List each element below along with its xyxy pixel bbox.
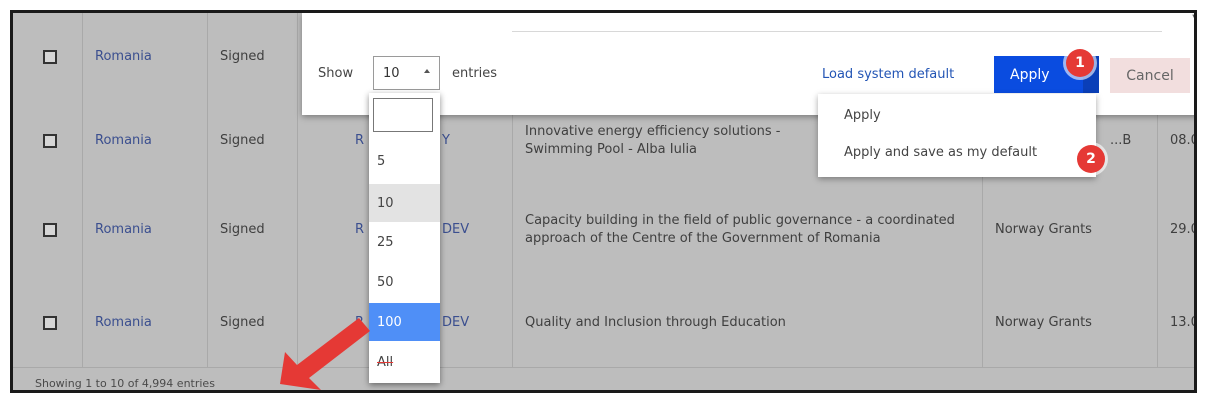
option-label: 5 [377,153,386,169]
row-checkbox-cell [13,279,83,367]
row-checkbox[interactable] [43,316,57,330]
country-link[interactable]: Romania [95,132,152,150]
status-text: Signed [220,133,265,148]
entries-label: entries [452,66,498,81]
date-text: 29.0 [1170,222,1197,237]
load-system-default-link[interactable]: Load system default [822,67,954,82]
option-label: 10 [377,195,394,211]
badge-number: 1 [1075,55,1085,71]
badge-number: 2 [1086,151,1096,167]
country-cell: Romania [83,181,208,279]
option-label: 50 [377,274,394,290]
ref-link-tail[interactable]: DEV [442,221,469,239]
dropdown-search-input[interactable] [373,98,433,132]
date-cell: 13.0 [1158,279,1197,367]
apply-menu-item[interactable]: Apply [844,108,881,123]
title-cell: Capacity building in the field of public… [513,181,983,279]
scroll-down-icon[interactable]: ▼ [1192,13,1194,24]
country-cell: Romania [83,13,208,101]
country-link[interactable]: Romania [95,48,152,66]
ref-link-head[interactable]: R [355,132,364,150]
project-title: Innovative energy efficiency solutions -… [525,124,781,157]
date-cell: 29.0 [1158,181,1197,279]
project-title: Quality and Inclusion through Education [525,315,786,330]
toolbar-top-strip [512,13,1162,32]
option-label: 25 [377,234,394,250]
country-link[interactable]: Romania [95,314,152,332]
option-25[interactable]: 25 [369,223,440,261]
annotation-badge-1: 1 [1066,49,1094,77]
donor-cell: Norway Grants [983,181,1158,279]
country-cell: Romania [83,101,208,181]
row-checkbox-cell [13,181,83,279]
table-row[interactable]: Romania Signed R DEV Capacity building i… [13,181,1197,280]
status-text: Signed [220,49,265,64]
status-cell: Signed [208,13,298,101]
ref-link-tail[interactable]: Y [442,132,450,150]
row-checkbox-cell [13,13,83,101]
country-cell: Romania [83,279,208,367]
apply-button-label: Apply [1010,66,1050,83]
cancel-button[interactable]: Cancel [1110,58,1190,93]
table-footer: Showing 1 to 10 of 4,994 entries [13,368,1194,390]
status-text: Signed [220,222,265,237]
donor-text: Norway Grants [995,315,1092,330]
date-text: 08.0 [1170,133,1197,148]
row-checkbox[interactable] [43,134,57,148]
status-cell: Signed [208,101,298,181]
country-link[interactable]: Romania [95,221,152,239]
status-text: Signed [220,315,265,330]
red-arrow-icon [280,318,370,390]
page-size-select[interactable]: 10 [373,56,440,90]
option-10[interactable]: 10 [369,184,440,222]
date-text: 13.0 [1170,315,1197,330]
row-checkbox[interactable] [43,50,57,64]
status-cell: Signed [208,181,298,279]
project-title: Capacity building in the field of public… [525,213,955,246]
apply-menu: Apply Apply and save as my default [818,94,1096,177]
table-row[interactable]: Romania Signed R DEV Quality and Inclusi… [13,279,1197,368]
page-size-value: 10 [383,66,400,81]
donor-text: Norway Grants [995,222,1092,237]
show-label: Show [318,66,354,81]
title-cell: Quality and Inclusion through Education [513,279,983,367]
option-50[interactable]: 50 [369,263,440,301]
cancel-button-label: Cancel [1126,67,1174,84]
entries-info: Showing 1 to 10 of 4,994 entries [35,377,215,390]
annotation-badge-2: 2 [1077,145,1105,173]
row-checkbox-cell [13,101,83,181]
option-5[interactable]: 5 [369,142,440,180]
ref-link-head[interactable]: R [355,221,364,239]
ref-link-tail[interactable]: DEV [442,314,469,332]
caret-up-icon [424,69,430,73]
row-checkbox[interactable] [43,223,57,237]
donor-text: ...B [1110,133,1132,148]
apply-and-save-default-menu-item[interactable]: Apply and save as my default [844,145,1037,160]
screenshot-frame: Romania Signed Romania Signed R Y Innova… [10,10,1197,393]
donor-cell: Norway Grants [983,279,1158,367]
